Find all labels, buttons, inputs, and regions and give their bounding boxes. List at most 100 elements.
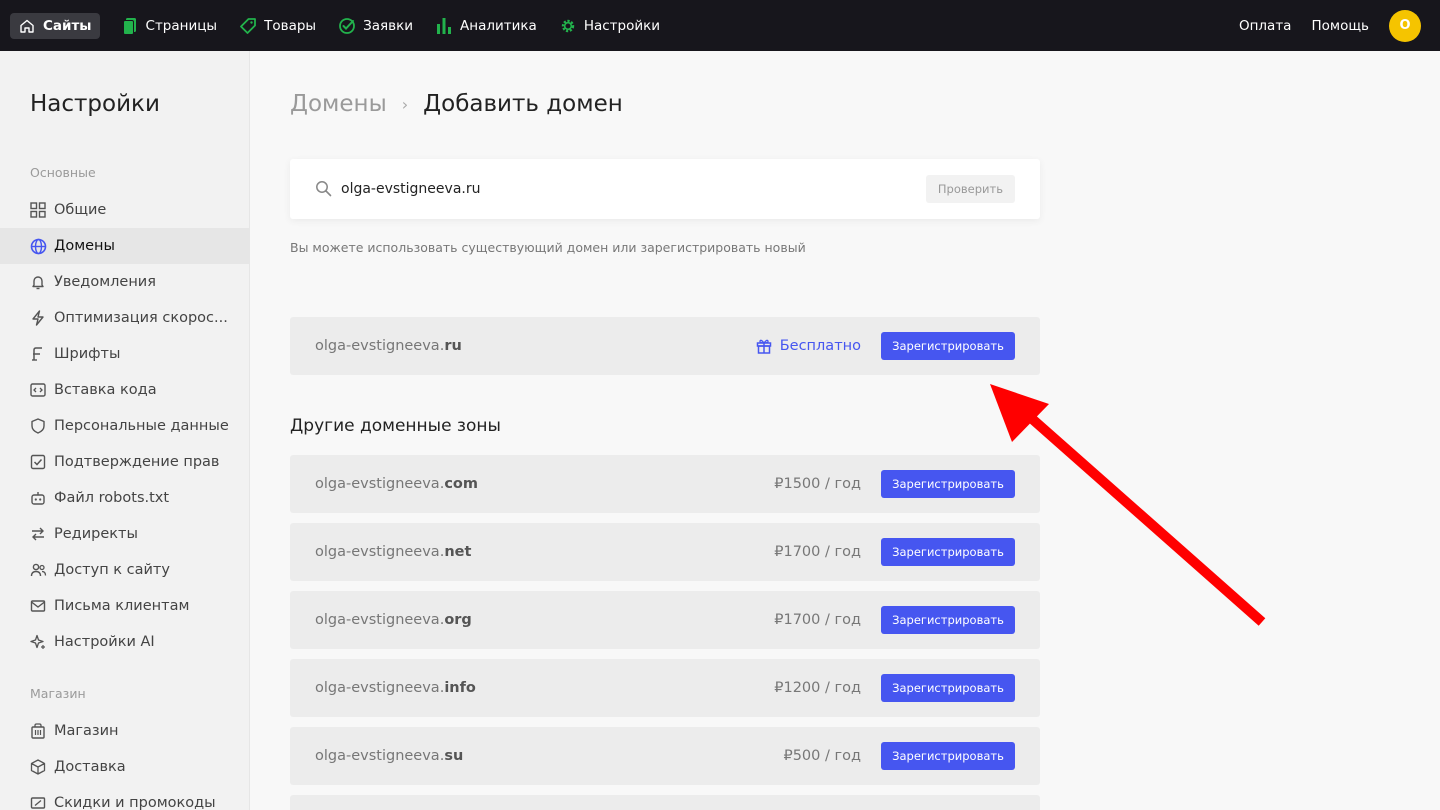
sidebar-item-fonts[interactable]: Шрифты <box>0 336 249 372</box>
domain-actions: Бесплатно Зарегистрировать <box>756 332 1015 360</box>
topnav-analytics[interactable]: Аналитика <box>424 13 548 39</box>
domain-name: olga-evstigneeva.ru <box>315 338 462 354</box>
check-button[interactable]: Проверить <box>925 175 1015 203</box>
check-circle-icon <box>338 17 356 35</box>
sidebar-item-domains[interactable]: Домены <box>0 228 249 264</box>
discount-icon <box>29 794 47 810</box>
top-nav: Сайты Страницы Товары Заявки Аналитика Н… <box>10 12 671 39</box>
sidebar-item-ai[interactable]: Настройки AI <box>0 624 249 660</box>
font-icon <box>29 345 47 363</box>
sidebar-item-robots[interactable]: Файл robots.txt <box>0 480 249 516</box>
sidebar-item-label: Редиректы <box>54 526 138 542</box>
sidebar-item-notifications[interactable]: Уведомления <box>0 264 249 300</box>
payment-link[interactable]: Оплата <box>1239 18 1292 34</box>
sidebar-item-store[interactable]: Магазин <box>0 713 249 749</box>
sidebar-item-label: Общие <box>54 202 107 218</box>
register-button[interactable]: Зарегистрировать <box>881 332 1015 360</box>
topnav-settings[interactable]: Настройки <box>548 13 671 39</box>
sidebar-item-label: Доставка <box>54 759 126 775</box>
sidebar-item-delivery[interactable]: Доставка <box>0 749 249 785</box>
sidebar-item-verification[interactable]: Подтверждение прав <box>0 444 249 480</box>
sidebar-item-redirects[interactable]: Редиректы <box>0 516 249 552</box>
sidebar-item-code[interactable]: Вставка кода <box>0 372 249 408</box>
domain-actions: ₽1700 / год Зарегистрировать <box>774 538 1015 566</box>
domain-price: ₽1700 / год <box>774 544 861 560</box>
code-icon <box>29 381 47 399</box>
sidebar-item-personal-data[interactable]: Персональные данные <box>0 408 249 444</box>
primary-domain-row: olga-evstigneeva.ru Бесплатно Зарегистри… <box>290 317 1040 375</box>
sidebar-item-label: Файл robots.txt <box>54 490 170 506</box>
breadcrumb: Домены › Добавить домен <box>290 91 623 117</box>
sparkle-icon <box>29 633 47 651</box>
domain-search-box: Проверить <box>290 159 1040 219</box>
domain-row-partial <box>290 795 1040 810</box>
sidebar-item-general[interactable]: Общие <box>0 192 249 228</box>
domain-name: olga-evstigneeva.info <box>315 680 476 696</box>
sidebar-item-emails[interactable]: Письма клиентам <box>0 588 249 624</box>
redirect-icon <box>29 525 47 543</box>
topnav-products[interactable]: Товары <box>228 13 327 39</box>
domain-price: ₽1200 / год <box>774 680 861 696</box>
topnav-label: Настройки <box>583 17 661 34</box>
sidebar-item-label: Доступ к сайту <box>54 562 170 578</box>
checkbox-icon <box>29 453 47 471</box>
domain-name: olga-evstigneeva.net <box>315 544 472 560</box>
domain-row: olga-evstigneeva.info ₽1200 / год Зареги… <box>290 659 1040 717</box>
gear-icon <box>559 17 577 35</box>
top-right: Оплата Помощь O <box>1239 9 1430 42</box>
sidebar-item-label: Уведомления <box>54 274 156 290</box>
free-label: Бесплатно <box>779 338 861 354</box>
sidebar-item-access[interactable]: Доступ к сайту <box>0 552 249 588</box>
topnav-sites[interactable]: Сайты <box>10 12 100 39</box>
topnav-label: Заявки <box>363 17 414 34</box>
avatar[interactable]: O <box>1389 9 1421 42</box>
register-button[interactable]: Зарегистрировать <box>881 538 1015 566</box>
sidebar-section-main: Основные <box>30 165 96 180</box>
domain-search-input[interactable] <box>341 181 926 197</box>
users-icon <box>29 561 47 579</box>
domain-actions: ₽500 / год Зарегистрировать <box>783 742 1015 770</box>
topnav-pages[interactable]: Страницы <box>110 13 229 39</box>
domain-row: olga-evstigneeva.su ₽500 / год Зарегистр… <box>290 727 1040 785</box>
robot-icon <box>29 489 47 507</box>
free-badge: Бесплатно <box>756 338 861 354</box>
grid-icon <box>29 201 47 219</box>
top-bar: Сайты Страницы Товары Заявки Аналитика Н… <box>0 0 1440 51</box>
sidebar-item-label: Персональные данные <box>54 418 229 434</box>
register-button[interactable]: Зарегистрировать <box>881 470 1015 498</box>
domain-row: olga-evstigneeva.net ₽1700 / год Зарегис… <box>290 523 1040 581</box>
domain-actions: ₽1200 / год Зарегистрировать <box>774 674 1015 702</box>
topnav-requests[interactable]: Заявки <box>327 13 424 39</box>
domain-price: ₽1500 / год <box>774 476 861 492</box>
box-icon <box>29 758 47 776</box>
chevron-right-icon: › <box>401 94 409 114</box>
tag-icon <box>239 17 257 35</box>
sidebar-item-label: Вставка кода <box>54 382 157 398</box>
domain-row: olga-evstigneeva.org ₽1700 / год Зарегис… <box>290 591 1040 649</box>
sidebar-title: Настройки <box>30 91 160 117</box>
store-icon <box>29 722 47 740</box>
help-link[interactable]: Помощь <box>1311 18 1369 34</box>
pages-icon <box>121 17 139 35</box>
sidebar-item-discounts[interactable]: Скидки и промокоды <box>0 785 249 810</box>
sidebar-item-label: Домены <box>54 238 115 254</box>
sidebar: Настройки Основные Общие Домены Уведомле… <box>0 51 250 810</box>
sidebar-item-label: Скидки и промокоды <box>54 795 216 810</box>
register-button[interactable]: Зарегистрировать <box>881 674 1015 702</box>
search-icon <box>315 180 333 198</box>
topnav-label: Товары <box>264 17 317 34</box>
bar-chart-icon <box>435 17 453 35</box>
topnav-label: Аналитика <box>460 17 537 34</box>
sidebar-item-label: Оптимизация скорос... <box>54 310 228 326</box>
shield-icon <box>29 417 47 435</box>
register-button[interactable]: Зарегистрировать <box>881 606 1015 634</box>
sidebar-item-label: Настройки AI <box>54 634 155 650</box>
domain-name: olga-evstigneeva.com <box>315 476 478 492</box>
lightning-icon <box>29 309 47 327</box>
breadcrumb-domains-link[interactable]: Домены <box>290 91 387 117</box>
register-button[interactable]: Зарегистрировать <box>881 742 1015 770</box>
sidebar-item-label: Магазин <box>54 723 119 739</box>
domain-price: ₽500 / год <box>783 748 861 764</box>
other-zones-title: Другие доменные зоны <box>290 416 501 436</box>
sidebar-item-speed[interactable]: Оптимизация скорос... <box>0 300 249 336</box>
